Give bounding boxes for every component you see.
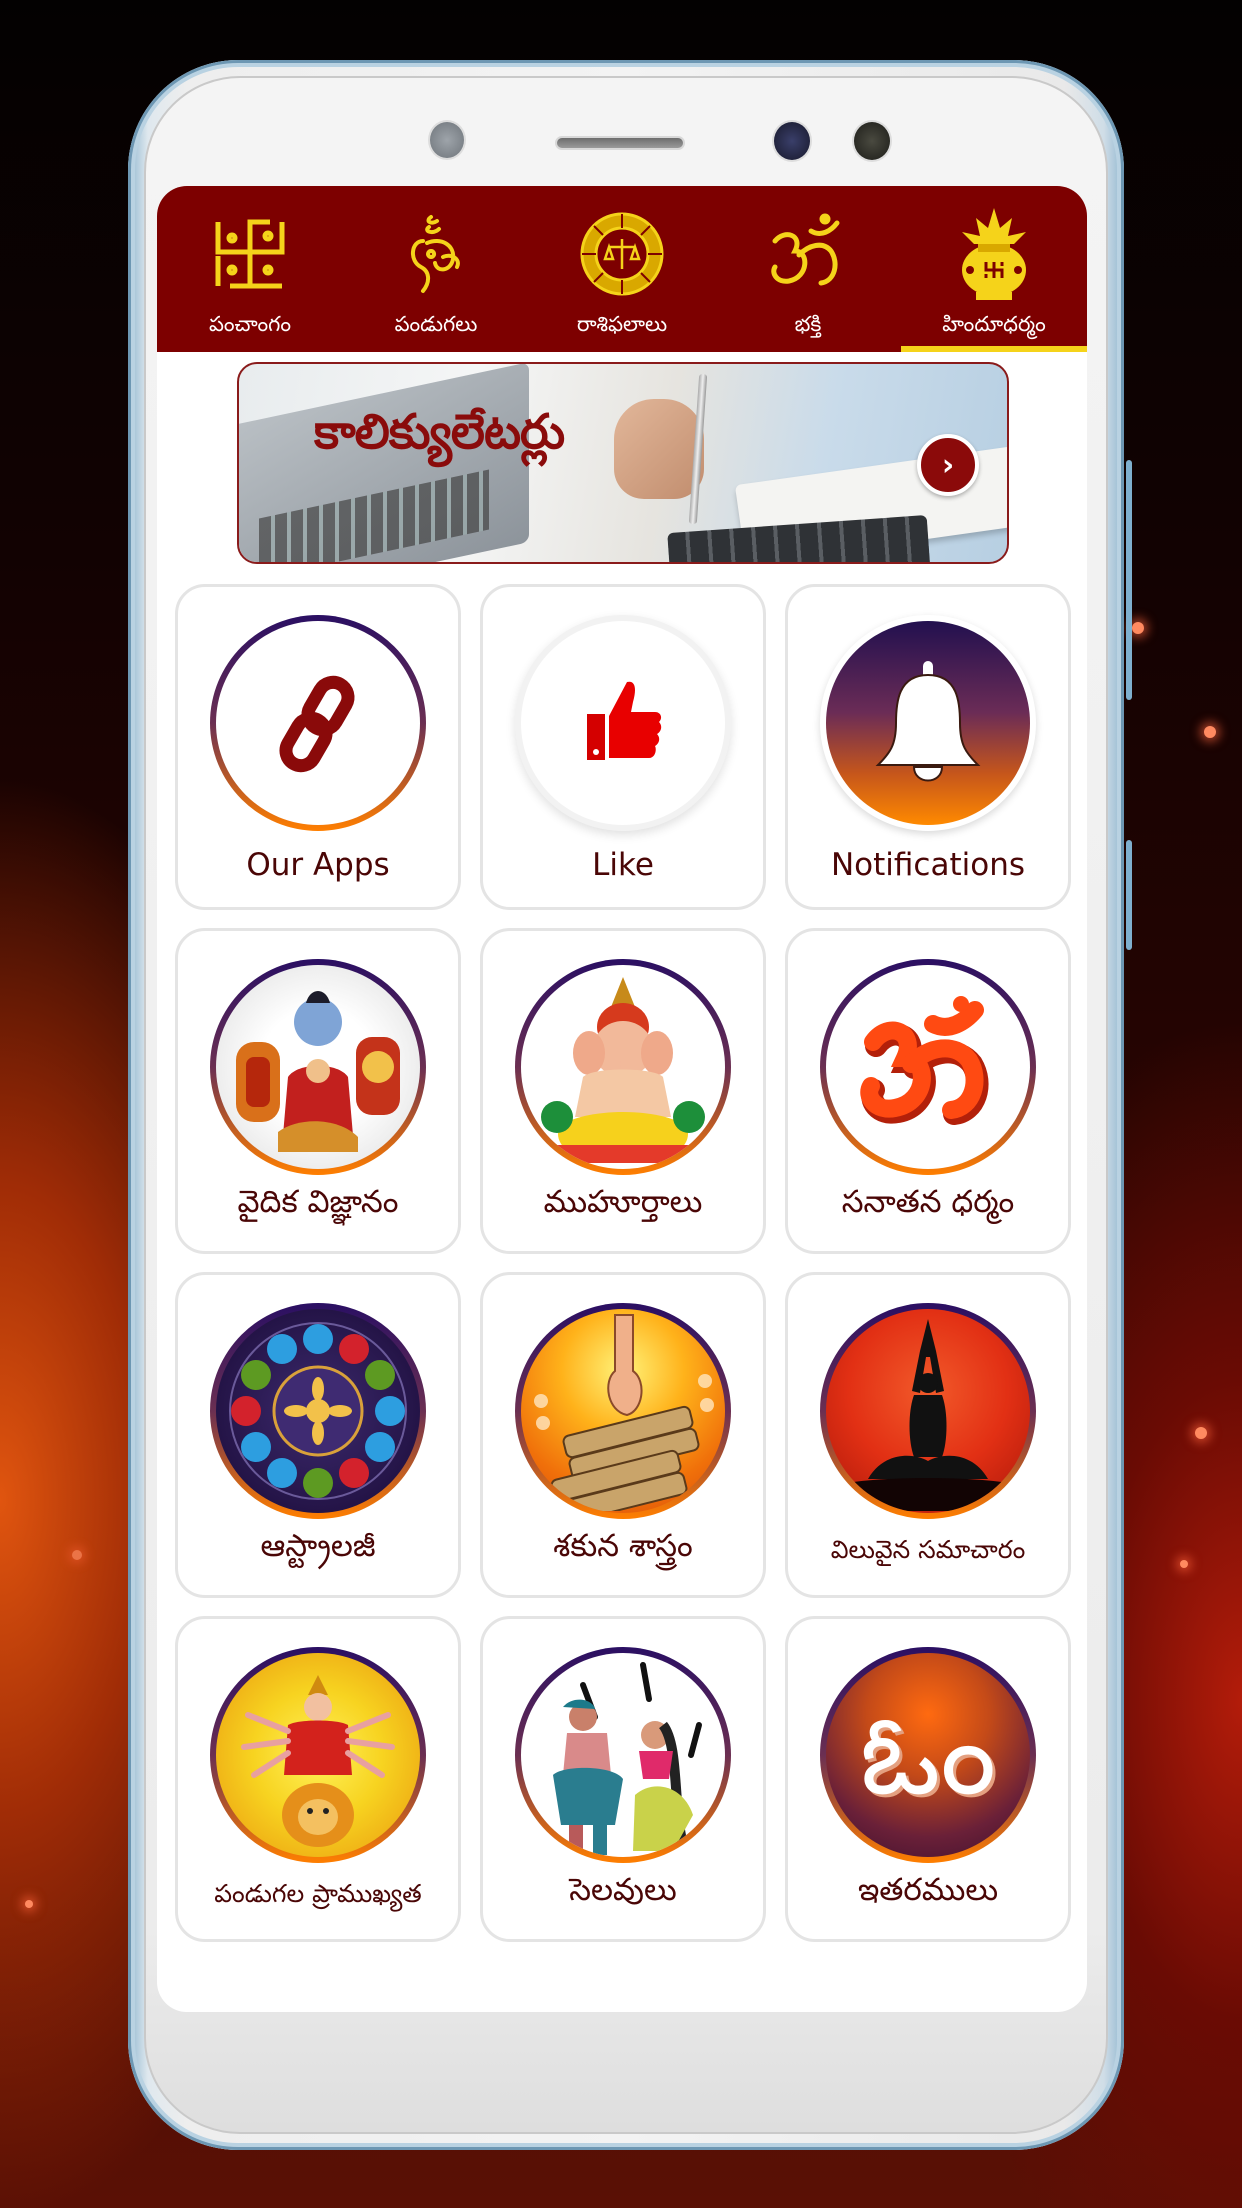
front-camera bbox=[772, 120, 812, 162]
background-spark bbox=[1204, 726, 1216, 738]
nav-item-rashiphalalu[interactable]: రాశిఫలాలు bbox=[529, 186, 715, 352]
nav-item-bhakti[interactable]: భక్తి bbox=[715, 186, 901, 352]
nav-item-label: హిందూధర్మం bbox=[942, 312, 1046, 336]
tile-muhurthalu[interactable]: ముహూర్తాలు bbox=[480, 928, 766, 1254]
zodiac-wheel-image-icon bbox=[210, 1303, 426, 1519]
front-camera-secondary bbox=[852, 120, 892, 162]
earpiece-speaker bbox=[555, 136, 685, 150]
ganesha-image-icon bbox=[515, 959, 731, 1175]
nav-item-label: రాశిఫలాలు bbox=[576, 312, 668, 336]
kalash-icon bbox=[949, 206, 1039, 302]
tile-like[interactable]: Like bbox=[480, 584, 766, 910]
deities-collage-icon bbox=[210, 959, 426, 1175]
tile-selavulu[interactable]: సెలవులు bbox=[480, 1616, 766, 1942]
om-3d-icon bbox=[820, 959, 1036, 1175]
calculators-banner[interactable]: కాలిక్యులేటర్లు › bbox=[237, 362, 1009, 564]
top-nav-bar: పంచాంగం పండుగలు రాశిఫలాలు భక్తి హిందూధర్… bbox=[157, 186, 1087, 352]
banner-title: కాలిక్యులేటర్లు bbox=[314, 404, 565, 460]
tile-label: Our Apps bbox=[246, 847, 390, 883]
tile-label: సనాతన ధర్మం bbox=[841, 1184, 1015, 1220]
background-spark bbox=[1132, 622, 1144, 634]
power-button bbox=[1126, 840, 1132, 950]
proximity-sensor bbox=[428, 120, 466, 160]
nav-item-pandugalu[interactable]: పండుగలు bbox=[343, 186, 529, 352]
tile-label: ముహూర్తాలు bbox=[543, 1184, 703, 1220]
meditation-silhouette-icon bbox=[820, 1303, 1036, 1519]
tile-pandugala-pramukhyatha[interactable]: పండుగల ప్రాముఖ్యత bbox=[175, 1616, 461, 1942]
palm-leaf-scripture-icon bbox=[515, 1303, 731, 1519]
tile-label: వైదిక విజ్ఞానం bbox=[237, 1184, 399, 1220]
om-icon bbox=[763, 206, 853, 302]
zodiac-wheel-icon bbox=[577, 206, 667, 302]
volume-button bbox=[1126, 460, 1132, 700]
dancers-image-icon bbox=[515, 1647, 731, 1863]
swastika-icon bbox=[205, 206, 295, 302]
nav-item-panchangam[interactable]: పంచాంగం bbox=[157, 186, 343, 352]
tile-astrology[interactable]: ఆస్ట్రాలజీ bbox=[175, 1272, 461, 1598]
tile-viluvaina-samacharam[interactable]: విలువైన సమాచారం bbox=[785, 1272, 1071, 1598]
nav-item-label: పండుగలు bbox=[394, 312, 478, 336]
menu-grid: Our Apps Like Notifications వైదిక విజ్ఞా… bbox=[175, 584, 1071, 1942]
tile-itharamulu[interactable]: ఓం ఇతరములు bbox=[785, 1616, 1071, 1942]
tile-label: పండుగల ప్రాముఖ్యత bbox=[214, 1879, 422, 1908]
chevron-right-icon[interactable]: › bbox=[917, 434, 979, 496]
tile-label: ఇతరములు bbox=[857, 1872, 999, 1908]
tile-label: విలువైన సమాచారం bbox=[830, 1535, 1026, 1564]
durga-image-icon bbox=[210, 1647, 426, 1863]
tile-shakuna-shastram[interactable]: శకున శాస్త్రం bbox=[480, 1272, 766, 1598]
app-screen: పంచాంగం పండుగలు రాశిఫలాలు భక్తి హిందూధర్… bbox=[157, 186, 1087, 2012]
tile-label: Notifications bbox=[830, 847, 1026, 883]
background-spark bbox=[1195, 1427, 1207, 1439]
background-spark bbox=[72, 1550, 82, 1560]
telugu-om-icon: ఓం bbox=[820, 1647, 1036, 1863]
tile-label: సెలవులు bbox=[569, 1872, 677, 1908]
bell-icon bbox=[820, 615, 1036, 831]
tile-sanatana-dharmam[interactable]: సనాతన ధర్మం bbox=[785, 928, 1071, 1254]
tile-label: శకున శాస్త్రం bbox=[553, 1528, 693, 1564]
telugu-om-glyph: ఓం bbox=[859, 1691, 997, 1819]
background-spark bbox=[25, 1900, 33, 1908]
nav-item-hindudharmam[interactable]: హిందూధర్మం bbox=[901, 186, 1087, 352]
tile-notifications[interactable]: Notifications bbox=[785, 584, 1071, 910]
link-chain-icon bbox=[210, 615, 426, 831]
tile-our-apps[interactable]: Our Apps bbox=[175, 584, 461, 910]
thumbs-up-icon bbox=[515, 615, 731, 831]
nav-item-label: భక్తి bbox=[794, 312, 822, 336]
ganesha-icon bbox=[391, 206, 481, 302]
nav-item-label: పంచాంగం bbox=[208, 312, 292, 336]
background-spark bbox=[1180, 1560, 1188, 1568]
tile-vaidika-vignanam[interactable]: వైదిక విజ్ఞానం bbox=[175, 928, 461, 1254]
tile-label: Like bbox=[592, 847, 654, 883]
tile-label: ఆస్ట్రాలజీ bbox=[260, 1528, 376, 1564]
